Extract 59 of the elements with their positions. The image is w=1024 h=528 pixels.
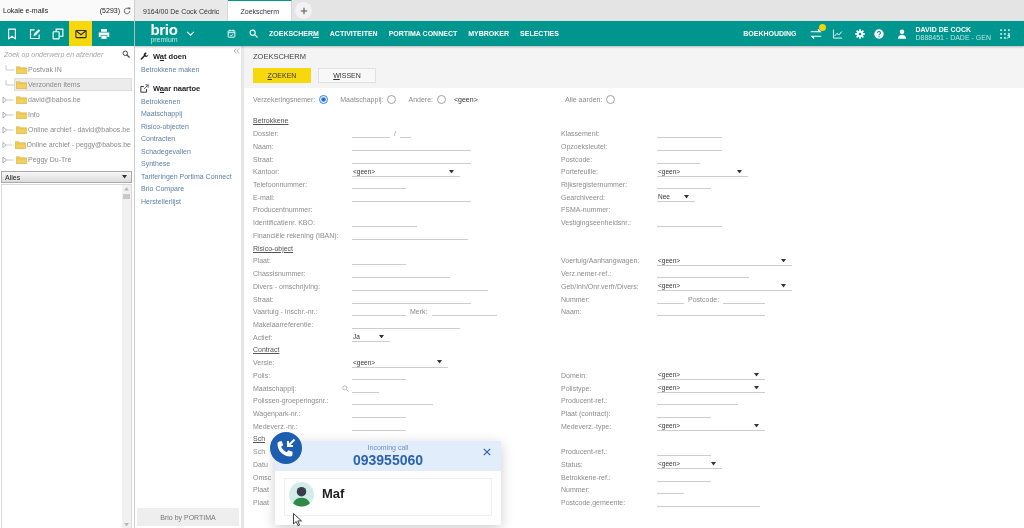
- transfer-arrows-icon[interactable]: [808, 27, 823, 40]
- refresh-icon[interactable]: [123, 6, 131, 15]
- expand-arrow-icon[interactable]: [2, 109, 14, 120]
- help-icon[interactable]: [873, 28, 884, 39]
- expand-arrow-icon[interactable]: [2, 124, 14, 135]
- folder-icon: [16, 65, 27, 74]
- close-icon[interactable]: [483, 448, 491, 456]
- radio-button[interactable]: [606, 94, 616, 104]
- plus-icon: [299, 6, 308, 15]
- logo-text[interactable]: brio: [150, 23, 178, 36]
- caret-icon: [781, 258, 786, 263]
- radio-button[interactable]: [319, 94, 329, 104]
- folder-icon: [16, 95, 27, 104]
- caret-icon: [754, 385, 759, 390]
- caret-icon: [754, 423, 759, 428]
- radio-button[interactable]: [437, 94, 446, 104]
- folder-icon: [14, 140, 26, 149]
- scroll-up-arrow-icon[interactable]: [124, 187, 129, 191]
- caret-icon: [449, 169, 454, 174]
- avatar-icon: [289, 482, 314, 507]
- wrench-icon: [140, 52, 149, 61]
- edit-icon: [28, 27, 41, 40]
- line-chart-icon[interactable]: [831, 28, 843, 39]
- bookmark-icon: [5, 27, 18, 40]
- expand-arrow-icon[interactable]: [2, 94, 14, 105]
- mail-button[interactable]: [69, 21, 92, 46]
- caret-icon: [122, 175, 127, 179]
- caret-icon: [684, 195, 689, 199]
- scrollbar-thumb[interactable]: [123, 193, 130, 199]
- folder-icon: [16, 125, 27, 134]
- caret-icon: [711, 462, 716, 466]
- scroll-down-arrow-icon[interactable]: [124, 522, 129, 526]
- collapse-icon[interactable]: [233, 48, 240, 54]
- user-icon[interactable]: [896, 28, 907, 39]
- add-tab-button[interactable]: [295, 2, 313, 19]
- apps-grid-icon[interactable]: [1000, 28, 1010, 39]
- folder-icon: [16, 155, 27, 164]
- caret-icon: [781, 284, 786, 288]
- copy-icon: [51, 27, 64, 40]
- envelope-icon: [74, 27, 87, 40]
- chevron-down-icon[interactable]: [186, 29, 195, 38]
- caret-icon: [737, 169, 742, 174]
- phone-number: 093955060: [352, 452, 424, 468]
- expand-arrow-icon[interactable]: [2, 154, 14, 165]
- caret-icon: [754, 373, 759, 377]
- folder-icon: [16, 80, 27, 89]
- incoming-call-icon: [270, 432, 302, 464]
- caller-name: Maf: [322, 486, 345, 501]
- expand-arrow-icon[interactable]: [2, 139, 13, 150]
- settings-icon[interactable]: [854, 28, 865, 39]
- radio-button[interactable]: [387, 94, 397, 104]
- scrollbar[interactable]: [122, 185, 131, 528]
- folder-icon: [16, 110, 27, 119]
- external-link-icon: [140, 83, 149, 93]
- caret-icon: [437, 360, 442, 364]
- search-icon[interactable]: [122, 50, 130, 58]
- calendar-icon[interactable]: [227, 29, 236, 38]
- printer-icon: [97, 27, 110, 40]
- caret-icon: [379, 334, 384, 339]
